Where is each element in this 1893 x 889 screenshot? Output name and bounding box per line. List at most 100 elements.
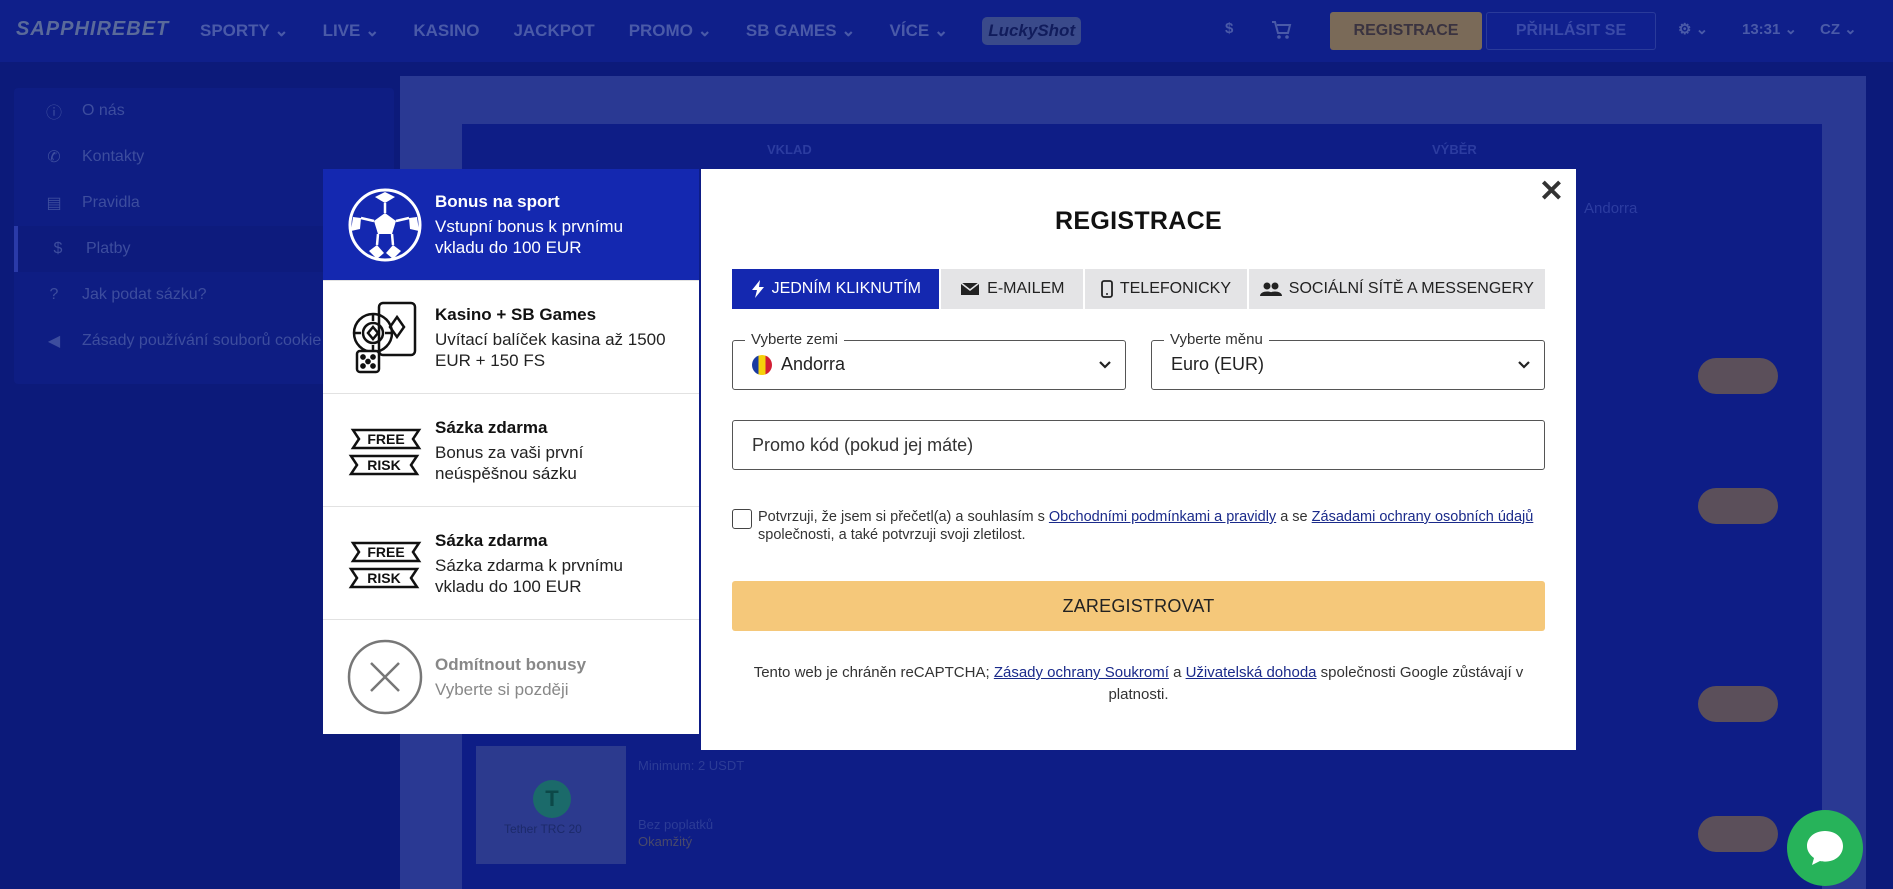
bonus-option-sport[interactable]: Bonus na sport Vstupní bonus k prvnímu v… (323, 169, 699, 281)
phone-icon: ✆ (47, 149, 61, 166)
nav-item-vice[interactable]: VÍCE ⌄ (890, 21, 949, 41)
decline-x-icon (347, 639, 423, 715)
lightning-icon (751, 280, 764, 298)
tab-one-click[interactable]: JEDNÍM KLIKNUTÍM (732, 269, 940, 309)
risk-label: RISK (367, 570, 400, 586)
deposit-button-ghost (1698, 488, 1778, 524)
terms-checkbox[interactable] (732, 509, 752, 529)
country-label: Vyberte zemi (745, 331, 844, 348)
promo-code-input[interactable] (733, 421, 1544, 469)
main-nav: SPORTY ⌄ LIVE ⌄ KASINO JACKPOT PROMO ⌄ S… (200, 0, 1082, 62)
bonus-option-casino[interactable]: Kasino + SB Games Uvítací balíček kasina… (323, 281, 699, 394)
withdraw-tab[interactable]: VÝBĚR (1432, 142, 1477, 157)
currency-select[interactable]: Vyberte měnu Euro (EUR) (1151, 331, 1545, 390)
logo[interactable]: SAPPHIREBET (16, 18, 169, 41)
settings-icon[interactable]: ⚙ ⌄ (1678, 20, 1708, 38)
terms-text-part: společnosti, a také potvrzuji svoji zlet… (758, 527, 1026, 543)
register-submit-button[interactable]: ZAREGISTROVAT (732, 581, 1545, 631)
deposit-button-ghost (1698, 358, 1778, 394)
nav-item-kasino[interactable]: KASINO (413, 21, 479, 41)
tab-social[interactable]: SOCIÁLNÍ SÍTĚ A MESSENGERY (1248, 269, 1545, 309)
document-icon: ▤ (46, 195, 62, 212)
deposit-tab[interactable]: VKLAD (767, 142, 812, 157)
bonus-title: Odmítnout bonusy (435, 655, 587, 674)
nav-item-jackpot[interactable]: JACKPOT (513, 21, 594, 41)
bonus-description: Uvítací balíček kasina až 1500 EUR + 150… (435, 329, 666, 370)
sidebar-item-label: Kontakty (82, 148, 145, 165)
question-icon: ? (49, 286, 59, 303)
dollar-icon[interactable]: $ (1225, 20, 1233, 37)
info-icon: ⓘ (45, 105, 62, 122)
sidebar-item-about[interactable]: ⓘ O nás (14, 88, 394, 134)
google-terms-link[interactable]: Uživatelská dohoda (1186, 664, 1317, 681)
terms-text-part: a se (1276, 509, 1312, 525)
country-value: Andorra (781, 354, 846, 374)
phone-icon (1100, 280, 1113, 298)
language-select[interactable]: CZ ⌄ (1820, 20, 1857, 38)
bonus-description: Vstupní bonus k prvnímu vkladu do 100 EU… (435, 217, 624, 257)
free-risk-icon: FREE RISK (347, 412, 423, 488)
bonus-option-decline[interactable]: Odmítnout bonusy Vyberte si později (323, 620, 699, 734)
top-navbar: SAPPHIREBET SPORTY ⌄ LIVE ⌄ KASINO JACKP… (0, 0, 1893, 62)
coin-label: Tether TRC 20 (504, 822, 582, 836)
currency-value: Euro (EUR) (1171, 354, 1265, 374)
bonus-description: Sázka zdarma k prvnímu vkladu do 100 EUR (435, 555, 624, 596)
tether-icon: T (533, 780, 571, 818)
nav-item-sb-games[interactable]: SB GAMES ⌄ (746, 21, 856, 41)
free-label: FREE (367, 544, 404, 560)
nav-item-live[interactable]: LIVE ⌄ (323, 21, 380, 41)
sidebar-item-label: O nás (82, 102, 125, 119)
cart-icon[interactable] (1270, 20, 1292, 44)
bonus-title: Kasino + SB Games (435, 304, 597, 324)
nav-item-sporty[interactable]: SPORTY ⌄ (200, 21, 289, 41)
recaptcha-text-part: Tento web je chráněn reCAPTCHA; (753, 664, 994, 681)
terms-link[interactable]: Obchodními podmínkami a pravidly (1049, 509, 1276, 525)
min-amount: Minimum: 2 USDT (638, 758, 745, 773)
close-icon[interactable]: ✕ (1539, 177, 1564, 207)
bonus-selection-panel: Bonus na sport Vstupní bonus k prvnímu v… (323, 169, 699, 734)
registration-modal: ✕ REGISTRACE JEDNÍM KLIKNUTÍM E-MAILEM T… (701, 169, 1576, 750)
terms-text-part: Potvrzuji, že jsem si přečetl(a) a souhl… (758, 509, 1049, 525)
recaptcha-notice: Tento web je chráněn reCAPTCHA; Zásady o… (751, 662, 1526, 706)
deposit-button-ghost (1698, 816, 1778, 852)
country-filter[interactable]: Andorra (1584, 200, 1637, 217)
andorra-flag-icon (752, 354, 772, 375)
modal-title: REGISTRACE (1055, 207, 1222, 235)
tab-label: TELEFONICKY (1119, 280, 1231, 297)
soccer-ball-icon (347, 187, 423, 263)
bonus-option-free-bet-loss[interactable]: FREE RISK Sázka zdarma Bonus za vaši prv… (323, 394, 699, 507)
header-register-button[interactable]: REGISTRACE (1330, 12, 1482, 50)
bonus-description: Bonus za vaši první neúspěšnou sázku (435, 442, 584, 483)
nav-item-promo[interactable]: PROMO ⌄ (629, 21, 712, 41)
sidebar-item-label: Platby (86, 240, 131, 257)
chat-button[interactable] (1787, 810, 1863, 886)
terms-text: Potvrzuji, že jsem si přečetl(a) a souhl… (758, 508, 1548, 544)
privacy-link[interactable]: Zásadami ochrany osobních údajů (1312, 509, 1534, 525)
envelope-icon (960, 282, 980, 295)
chat-bubble-icon (1807, 831, 1843, 865)
recaptcha-text-part: a (1168, 664, 1186, 681)
tab-phone[interactable]: TELEFONICKY (1085, 269, 1247, 309)
bonus-option-free-bet-deposit[interactable]: FREE RISK Sázka zdarma Sázka zdarma k pr… (323, 507, 699, 620)
casino-cards-icon (347, 299, 423, 375)
free-label: FREE (367, 431, 404, 447)
sidebar-item-label: Pravidla (82, 194, 140, 211)
dollar-icon: $ (53, 240, 63, 257)
tab-label: E-MAILEM (987, 280, 1065, 297)
tab-label: JEDNÍM KLIKNUTÍM (771, 280, 921, 297)
chevron-down-icon (1099, 361, 1111, 369)
country-select[interactable]: Vyberte zemi Andorra (732, 331, 1126, 390)
bonus-description: Vyberte si později (435, 680, 569, 699)
time-display: 13:31 ⌄ (1742, 21, 1798, 38)
google-privacy-link[interactable]: Zásady ochrany Soukromí (994, 664, 1169, 681)
tab-email[interactable]: E-MAILEM (941, 269, 1084, 309)
processing-time: Okamžitý (638, 834, 693, 849)
bonus-title: Bonus na sport (435, 192, 560, 211)
bonus-title: Sázka zdarma (435, 417, 548, 437)
currency-label: Vyberte měnu (1164, 331, 1269, 348)
header-login-button[interactable]: PŘIHLÁSIT SE (1486, 12, 1656, 50)
chevron-down-icon (1518, 361, 1530, 369)
sidebar-item-label: Jak podat sázku? (82, 286, 207, 303)
tab-label: SOCIÁLNÍ SÍTĚ A MESSENGERY (1288, 280, 1534, 297)
nav-item-luckyshot[interactable]: LuckyShot (982, 17, 1082, 45)
